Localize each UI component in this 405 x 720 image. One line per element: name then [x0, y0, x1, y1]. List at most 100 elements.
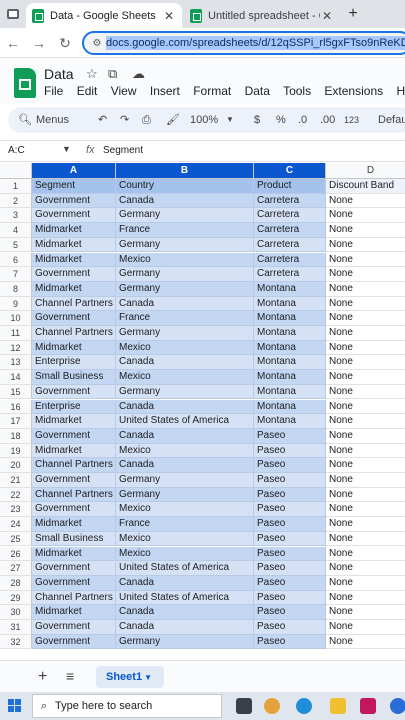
cell[interactable]: Product	[254, 179, 326, 194]
spreadsheet-grid[interactable]: A B C D 1 Segment Country Product Discount B…	[0, 163, 405, 658]
cell[interactable]: Montana	[254, 384, 326, 400]
menu-view[interactable]: View	[111, 84, 137, 98]
percent-format-button[interactable]: %	[276, 111, 286, 129]
cell[interactable]: Germany	[116, 237, 254, 253]
site-info-icon[interactable]: ⚙	[88, 38, 106, 49]
row-number[interactable]: 32	[0, 634, 32, 650]
redo-icon[interactable]: ↷	[120, 111, 129, 129]
cell[interactable]: None	[326, 267, 405, 282]
task-view-icon[interactable]	[236, 698, 252, 714]
cell[interactable]: Germany	[116, 326, 254, 341]
cell[interactable]: Mexico	[116, 443, 254, 459]
cell[interactable]: None	[326, 428, 405, 444]
cell[interactable]: Small Business	[32, 370, 116, 385]
row-number[interactable]: 17	[0, 414, 32, 429]
cell[interactable]: Government	[32, 561, 116, 576]
cell[interactable]: Enterprise	[32, 399, 116, 415]
cell[interactable]: Paseo	[254, 634, 326, 650]
cell[interactable]: Mexico	[116, 340, 254, 356]
cell[interactable]: None	[326, 561, 405, 576]
cell[interactable]: France	[116, 517, 254, 532]
increase-decimal-button[interactable]: .00	[320, 111, 335, 129]
row-number[interactable]: 10	[0, 311, 32, 326]
cell[interactable]: None	[326, 634, 405, 650]
cell[interactable]: None	[326, 399, 405, 415]
cell[interactable]: Paseo	[254, 428, 326, 444]
cell[interactable]: Midmarket	[32, 605, 116, 620]
cell[interactable]: Paseo	[254, 605, 326, 620]
row-number[interactable]: 4	[0, 223, 32, 238]
cell[interactable]: Channel Partners	[32, 326, 116, 341]
cell[interactable]: Montana	[254, 414, 326, 429]
cell[interactable]: None	[326, 531, 405, 547]
cell[interactable]: Montana	[254, 311, 326, 326]
cell[interactable]: Germany	[116, 473, 254, 488]
cell[interactable]: Government	[32, 634, 116, 650]
zoom-select[interactable]: 100%	[190, 111, 218, 129]
row-number[interactable]: 21	[0, 473, 32, 488]
undo-icon[interactable]: ↶	[98, 111, 107, 129]
cell[interactable]: None	[326, 311, 405, 326]
back-arrow-icon[interactable]: ←	[4, 34, 22, 52]
cell[interactable]: Paseo	[254, 546, 326, 562]
cell[interactable]: None	[326, 487, 405, 503]
cell[interactable]: Paseo	[254, 502, 326, 518]
cell[interactable]: Canada	[116, 355, 254, 371]
cell[interactable]: France	[116, 311, 254, 326]
cell[interactable]: None	[326, 281, 405, 297]
cell[interactable]: Canada	[116, 605, 254, 620]
cell[interactable]: None	[326, 546, 405, 562]
cell[interactable]: Germany	[116, 267, 254, 282]
cell[interactable]: Midmarket	[32, 223, 116, 238]
row-number[interactable]: 29	[0, 590, 32, 606]
reload-icon[interactable]: ↻	[56, 34, 74, 52]
tab-actions-button[interactable]	[4, 6, 22, 22]
menu-extensions[interactable]: Extensions	[324, 84, 383, 98]
edge-browser-icon[interactable]	[296, 698, 312, 714]
row-number[interactable]: 13	[0, 355, 32, 371]
font-select[interactable]: Defau	[378, 111, 405, 129]
cell[interactable]: Paseo	[254, 517, 326, 532]
cell[interactable]: Channel Partners	[32, 590, 116, 606]
cell[interactable]: None	[326, 575, 405, 591]
cell[interactable]: Paseo	[254, 443, 326, 459]
row-number[interactable]: 1	[0, 179, 32, 194]
cell[interactable]: None	[326, 370, 405, 385]
cell[interactable]: Paseo	[254, 487, 326, 503]
number-format-button[interactable]: 123	[344, 111, 359, 129]
cell[interactable]: Montana	[254, 340, 326, 356]
cell[interactable]: None	[326, 355, 405, 371]
row-number[interactable]: 23	[0, 502, 32, 518]
cell[interactable]: Government	[32, 193, 116, 209]
cell[interactable]: Montana	[254, 296, 326, 312]
cell[interactable]: Government	[32, 428, 116, 444]
cell[interactable]: Government	[32, 208, 116, 224]
cell[interactable]: Carretera	[254, 223, 326, 238]
cell[interactable]: Mexico	[116, 252, 254, 268]
name-box-caret-icon[interactable]: ▼	[62, 144, 71, 154]
cell[interactable]: Canada	[116, 620, 254, 635]
cell[interactable]: Canada	[116, 575, 254, 591]
row-number[interactable]: 30	[0, 605, 32, 620]
row-number[interactable]: 3	[0, 208, 32, 224]
cell[interactable]: None	[326, 473, 405, 488]
row-number[interactable]: 27	[0, 561, 32, 576]
cell[interactable]: Mexico	[116, 370, 254, 385]
cell[interactable]: None	[326, 414, 405, 429]
row-number[interactable]: 15	[0, 384, 32, 400]
cell[interactable]: Montana	[254, 326, 326, 341]
cell[interactable]: Channel Partners	[32, 487, 116, 503]
print-icon[interactable]: ⎙	[142, 111, 151, 129]
row-number[interactable]: 16	[0, 399, 32, 415]
cell[interactable]: United States of America	[116, 561, 254, 576]
windows-start-icon[interactable]	[8, 699, 22, 713]
row-number[interactable]: 22	[0, 487, 32, 503]
row-number[interactable]: 9	[0, 296, 32, 312]
menu-tools[interactable]: Tools	[283, 84, 311, 98]
cloud-status-icon[interactable]: ☁	[132, 66, 145, 82]
cell[interactable]: Paseo	[254, 575, 326, 591]
add-sheet-button[interactable]: +	[38, 668, 47, 686]
all-sheets-list-icon[interactable]: ≡	[66, 668, 74, 684]
cell[interactable]: Midmarket	[32, 281, 116, 297]
star-icon[interactable]: ☆	[86, 66, 98, 82]
